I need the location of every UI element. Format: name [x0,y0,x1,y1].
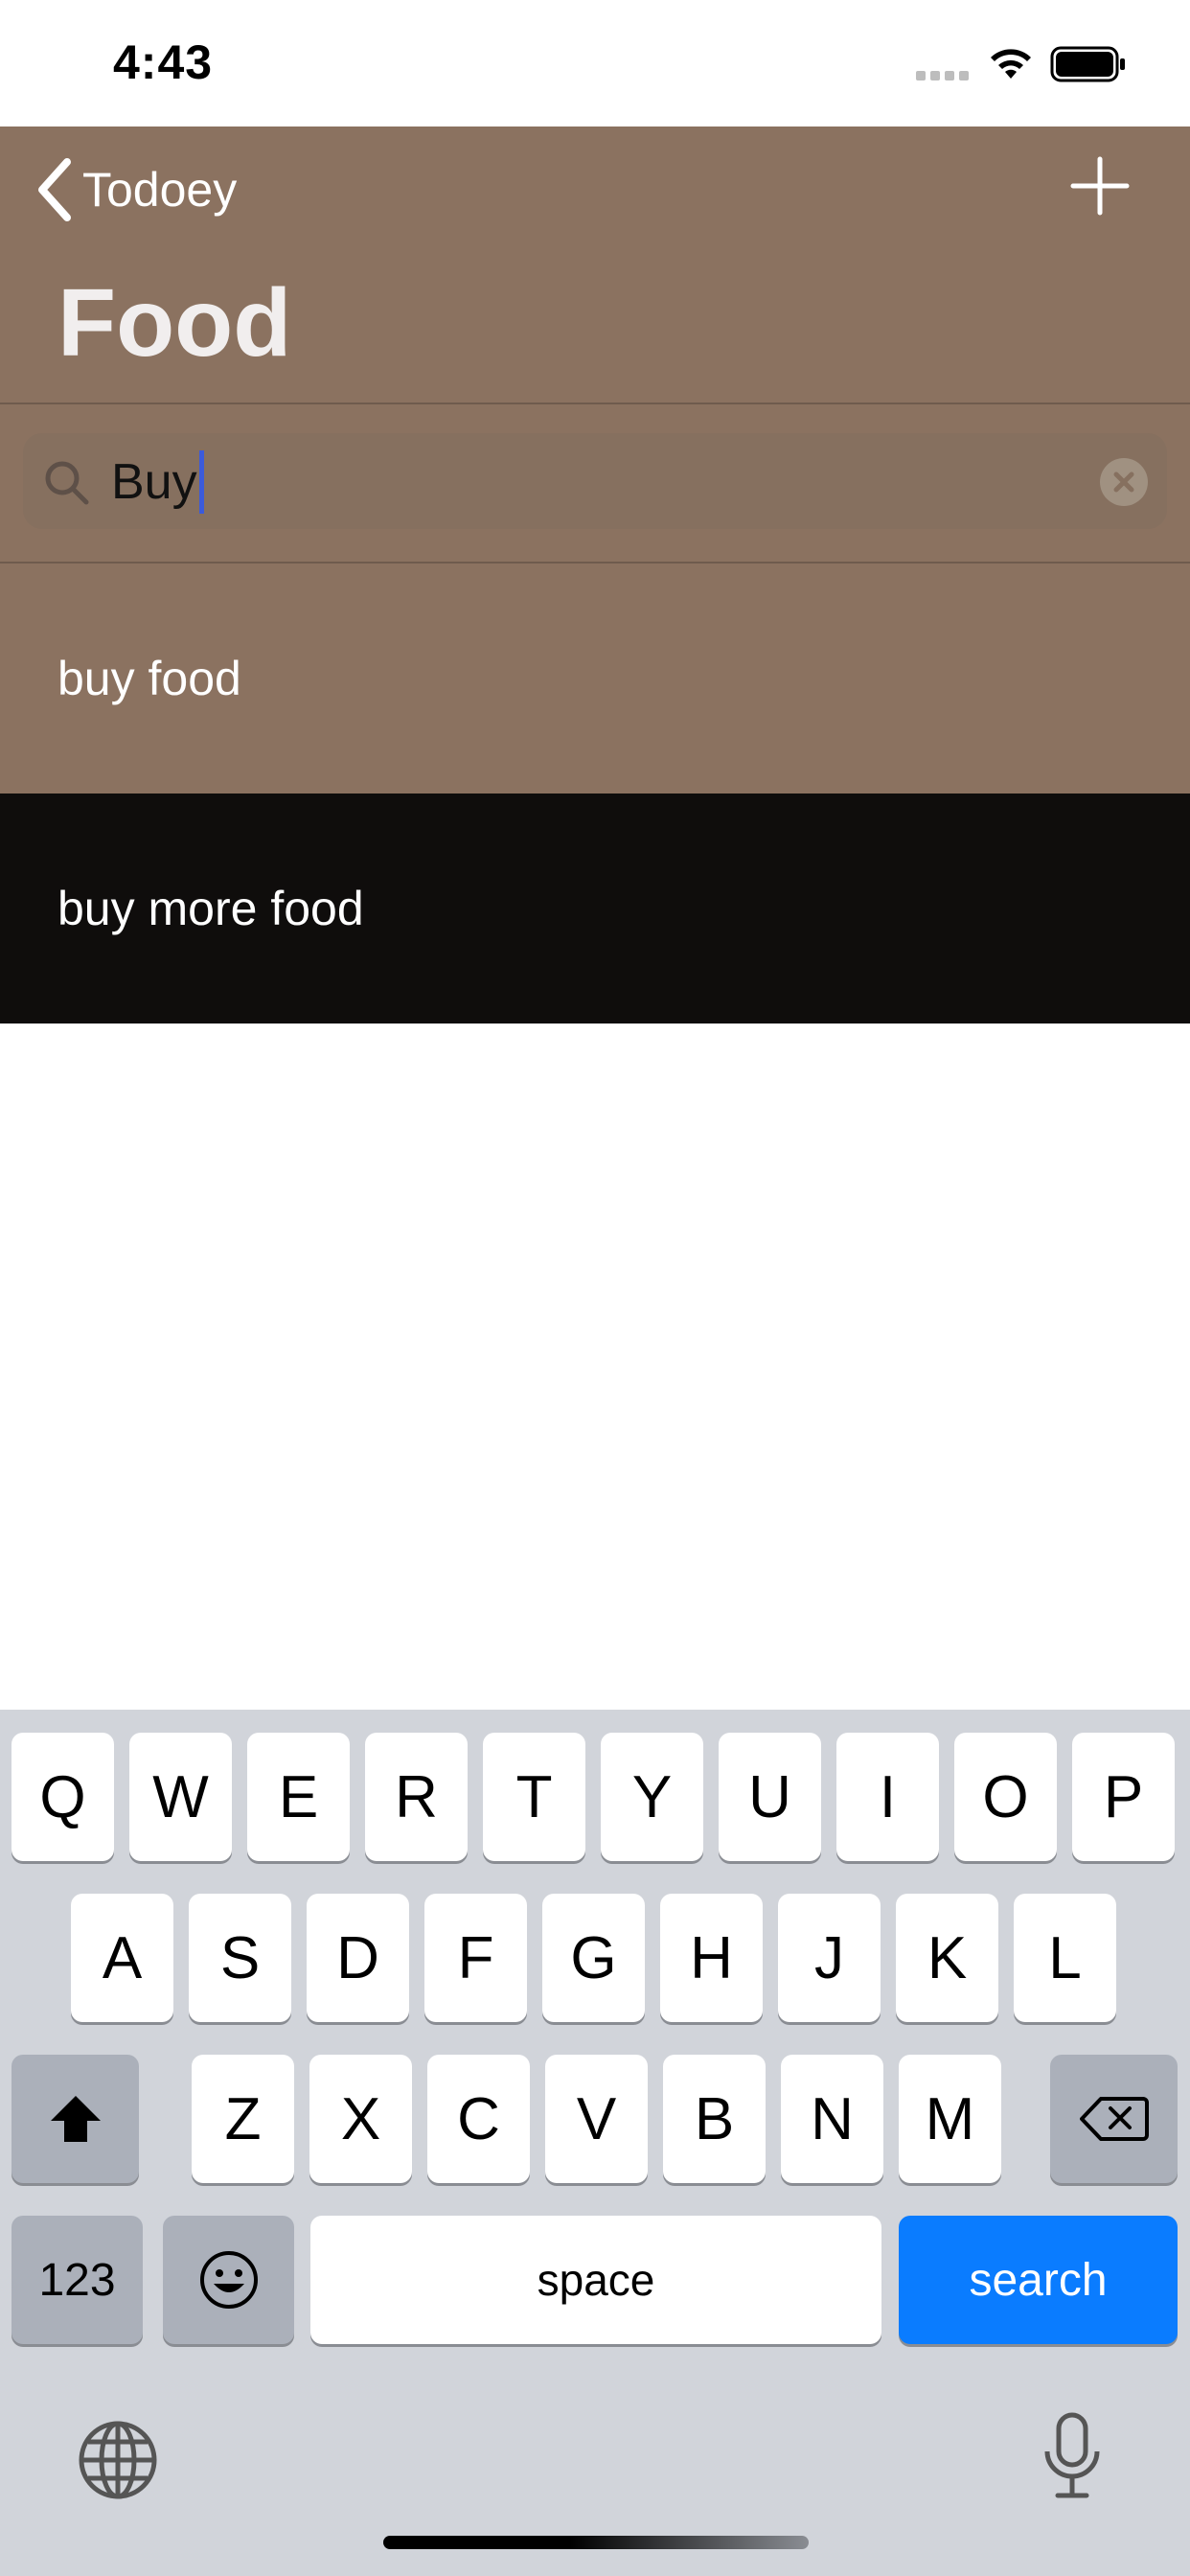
key-v[interactable]: V [545,2055,648,2183]
page-title: Food [57,269,292,377]
key-b[interactable]: B [663,2055,766,2183]
key-y[interactable]: Y [601,1733,703,1861]
key-g[interactable]: G [542,1894,645,2022]
numbers-key[interactable]: 123 [11,2216,143,2344]
key-c[interactable]: C [427,2055,530,2183]
home-indicator [383,2536,809,2549]
chevron-left-icon [38,158,71,221]
key-a[interactable]: A [71,1894,173,2022]
key-l[interactable]: L [1014,1894,1116,2022]
wifi-icon [991,49,1031,79]
key-w[interactable]: W [129,1733,232,1861]
key-j[interactable]: J [778,1894,881,2022]
emoji-icon [199,2251,258,2309]
globe-icon[interactable] [77,2419,159,2501]
list-item[interactable]: buy more food [0,794,1190,1024]
backspace-key[interactable] [1050,2055,1178,2183]
key-r[interactable]: R [365,1733,468,1861]
list-item[interactable]: buy food [0,564,1190,794]
search-text: Buy [111,454,197,510]
key-k[interactable]: K [896,1894,998,2022]
shift-icon [50,2096,101,2142]
key-f[interactable]: F [424,1894,527,2022]
back-label: Todoey [82,163,238,217]
backspace-icon [1079,2097,1149,2141]
key-z[interactable]: Z [192,2055,294,2183]
text-caret [198,450,204,514]
key-o[interactable]: O [954,1733,1057,1861]
list-item-label: buy food [57,652,241,705]
key-q[interactable]: Q [11,1733,114,1861]
key-h[interactable]: H [660,1894,763,2022]
key-n[interactable]: N [781,2055,883,2183]
search-icon [45,461,89,505]
shift-key[interactable] [11,2055,139,2183]
signal-icon [916,71,969,80]
back-button[interactable]: Todoey [34,153,237,226]
search-key[interactable]: search [899,2216,1178,2344]
battery-icon [1050,46,1125,82]
key-m[interactable]: M [899,2055,1001,2183]
key-p[interactable]: P [1072,1733,1175,1861]
plus-icon[interactable] [1069,155,1131,217]
key-t[interactable]: T [483,1733,585,1861]
list-item-label: buy more food [57,882,364,935]
keyboard: 123 space search QWERTYUIOP ASDFGHJKL ZXCV… [0,1710,1190,2576]
key-s[interactable]: S [189,1894,291,2022]
microphone-icon[interactable] [1041,2411,1104,2499]
key-d[interactable]: D [307,1894,409,2022]
key-u[interactable]: U [719,1733,821,1861]
clear-icon[interactable] [1100,458,1148,506]
key-x[interactable]: X [309,2055,412,2183]
emoji-key[interactable] [163,2216,294,2344]
key-e[interactable]: E [247,1733,350,1861]
space-key[interactable]: space [310,2216,881,2344]
status-time: 4:43 [113,35,214,89]
key-i[interactable]: I [836,1733,939,1861]
search-input[interactable]: Buy [111,447,204,518]
